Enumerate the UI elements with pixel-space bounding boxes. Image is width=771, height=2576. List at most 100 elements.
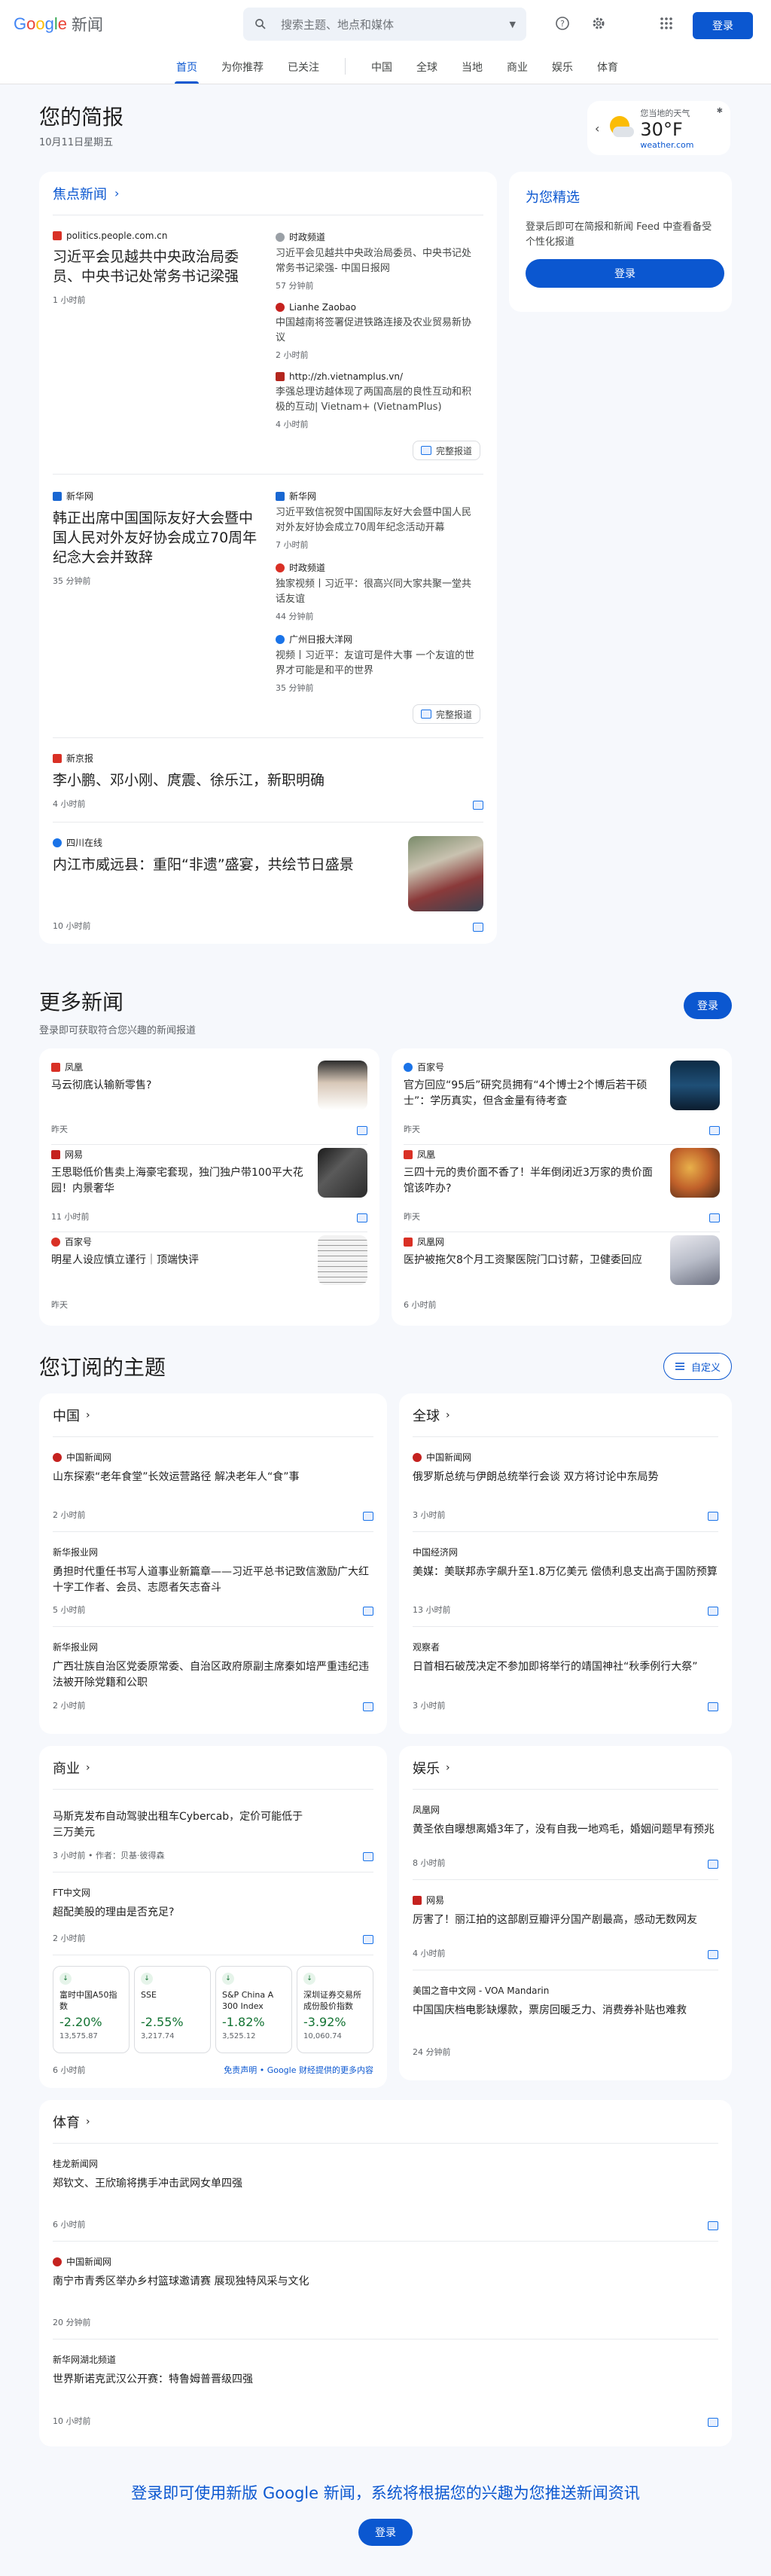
full-coverage-icon[interactable]: [708, 2221, 718, 2230]
top-stories-link[interactable]: 焦点新闻 ›: [53, 172, 483, 215]
tab-for-you[interactable]: 为你推荐: [209, 60, 276, 84]
story-title[interactable]: 马斯克发布自动驾驶出租车Cybercab，定价可能低于三万美元: [53, 1809, 309, 1841]
chevron-left-icon[interactable]: ‹: [595, 121, 599, 136]
full-coverage-icon[interactable]: [357, 1213, 367, 1222]
story-thumbnail[interactable]: [318, 1061, 367, 1110]
settings-gear-icon[interactable]: [590, 15, 607, 32]
list-item[interactable]: 新华报业网 广西壮族自治区党委原常委、自治区政府原副主席秦如培严重违纪违法被开除…: [53, 1627, 373, 1722]
tab-home[interactable]: 首页: [164, 60, 209, 84]
full-coverage-button[interactable]: 完整报道: [412, 441, 480, 460]
weather-settings-icon[interactable]: ✱: [717, 107, 723, 115]
footer-login-button[interactable]: 登录: [358, 2519, 413, 2546]
story-title[interactable]: 习近平会见越共中央政治局委员、中央书记处常务书记梁强- 中国日报网: [276, 246, 480, 276]
story-title[interactable]: 世界斯诺克武汉公开赛：特鲁姆普晋级四强: [53, 2372, 718, 2388]
list-item[interactable]: 百家号 官方回应“95后”研究员拥有“4个博士2个博后若干硕士”：学历真实，但含…: [404, 1058, 720, 1145]
full-coverage-icon[interactable]: [363, 1512, 373, 1521]
story-title[interactable]: 日首相石破茂决定不参加即将举行的靖国神社“秋季例行大祭”: [413, 1659, 718, 1675]
list-item[interactable]: 中国经济网 美媒：美联邦赤字飙升至1.8万亿美元 偿债利息支出高于国防预算 13…: [413, 1532, 718, 1627]
story-title[interactable]: 医护被拖欠8个月工资聚医院门口讨薪，卫健委回应: [404, 1253, 661, 1268]
story-title[interactable]: 山东探索“老年食堂”长效运营路径 解决老年人“食”事: [53, 1470, 373, 1485]
story-title[interactable]: 李强总理访越体现了两国高层的良性互动和积极的互动| Vietnam+ (Viet…: [276, 385, 480, 415]
topic-link-world[interactable]: 全球 ›: [413, 1393, 718, 1437]
search-input[interactable]: 搜索主题、地点和媒体 ▼: [243, 8, 526, 41]
story-title[interactable]: 三四十元的贵价面不香了！半年倒闭近3万家的贵价面馆该咋办?: [404, 1165, 661, 1197]
story-title[interactable]: 视频丨习近平：友谊可是件大事 一个友谊的世界才可能是和平的世界: [276, 649, 480, 679]
story-title[interactable]: 明星人设应慎立谨行｜顶端快评: [51, 1253, 309, 1268]
story-title[interactable]: 官方回应“95后”研究员拥有“4个博士2个博后若干硕士”：学历真实，但含金量有待…: [404, 1078, 661, 1109]
search-dropdown-icon[interactable]: ▼: [510, 20, 516, 29]
story-title[interactable]: 超配美股的理由是否充足?: [53, 1905, 373, 1921]
story-title[interactable]: 黄圣依自曝想离婚3年了，没有自我一地鸡毛，婚姻问题早有预兆: [413, 1822, 718, 1838]
full-coverage-icon[interactable]: [363, 1852, 373, 1861]
tab-local[interactable]: 当地: [449, 60, 495, 84]
story-title[interactable]: 独家视频丨习近平：很高兴同大家共聚一堂共话友谊: [276, 577, 480, 607]
full-coverage-icon[interactable]: [363, 1607, 373, 1616]
full-coverage-icon[interactable]: [708, 2418, 718, 2427]
story-title[interactable]: 厉害了！丽江拍的这部剧豆瓣评分国产剧最高，感动无数网友: [413, 1912, 718, 1928]
story-title[interactable]: 郑钦文、王欣瑜将携手冲击武网女单四强: [53, 2176, 718, 2192]
tab-sports[interactable]: 体育: [585, 60, 630, 84]
story-thumbnail[interactable]: [670, 1148, 720, 1198]
single-story[interactable]: 新京报 李小鹏、邓小刚、庹震、徐乐江，新职明确 4 小时前: [53, 738, 483, 823]
full-coverage-icon[interactable]: [709, 1126, 720, 1135]
weather-source-link[interactable]: weather.com: [640, 140, 693, 150]
list-item[interactable]: 网易 王思聪低价售卖上海豪宅套现，独门独户带100平大花园！内景奢华 11 小时…: [51, 1145, 367, 1232]
story-title[interactable]: 美媒：美联邦赤字飙升至1.8万亿美元 偿债利息支出高于国防预算: [413, 1564, 718, 1580]
story-title[interactable]: 广西壮族自治区党委原常委、自治区政府原副主席秦如培严重违纪违法被开除党籍和公职: [53, 1659, 373, 1691]
tab-china[interactable]: 中国: [359, 60, 404, 84]
list-item[interactable]: 中国新闻网 山东探索“老年食堂”长效运营路径 解决老年人“食”事 2 小时前: [53, 1437, 373, 1532]
stock-card[interactable]: ↓ SSE -2.55% 3,217.74: [134, 1966, 211, 2053]
story-title[interactable]: 中国国庆档电影缺爆款，票房回暖乏力、消费券补贴也难救: [413, 2003, 718, 2019]
weather-widget[interactable]: ‹ 您当地的天气 30°F weather.com ✱: [587, 101, 730, 155]
full-coverage-icon[interactable]: [708, 1950, 718, 1959]
full-coverage-icon[interactable]: [357, 1126, 367, 1135]
story-title[interactable]: 俄罗斯总统与伊朗总统举行会谈 双方将讨论中东局势: [413, 1470, 718, 1485]
help-icon[interactable]: ?: [554, 15, 571, 32]
topic-link-entertainment[interactable]: 娱乐 ›: [413, 1746, 718, 1790]
more-news-login-button[interactable]: 登录: [684, 992, 732, 1019]
story-thumbnail[interactable]: [318, 1235, 367, 1285]
picks-login-button[interactable]: 登录: [526, 259, 724, 288]
related-story[interactable]: http://zh.vietnamplus.vn/ 李强总理访越体现了两国高层的…: [276, 371, 480, 430]
story-title[interactable]: 韩正出席中国国际友好大会暨中国人民对外友好协会成立70周年纪念大会并致辞: [53, 508, 258, 567]
list-item[interactable]: 百家号 明星人设应慎立谨行｜顶端快评 昨天: [51, 1232, 367, 1320]
list-item[interactable]: 桂龙新闻网 郑钦文、王欣瑜将携手冲击武网女单四强 6 小时前: [53, 2144, 718, 2242]
customize-button[interactable]: 自定义: [663, 1353, 732, 1380]
google-news-logo[interactable]: Google 新闻: [14, 13, 103, 35]
list-item[interactable]: 中国新闻网 南宁市青秀区举办乡村篮球邀请赛 展现独特风采与文化 20 分钟前: [53, 2242, 718, 2339]
list-item[interactable]: FT中文网 超配美股的理由是否充足? 2 小时前: [53, 1872, 373, 1955]
list-item[interactable]: 美国之音中文网 - VOA Mandarin 中国国庆档电影缺爆款，票房回暖乏力…: [413, 1970, 718, 2068]
story-title[interactable]: 王思聪低价售卖上海豪宅套现，独门独户带100平大花园！内景奢华: [51, 1165, 309, 1197]
tab-following[interactable]: 已关注: [276, 60, 331, 84]
login-button[interactable]: 登录: [693, 12, 753, 39]
list-item[interactable]: 新华网湖北频道 世界斯诺克武汉公开赛：特鲁姆普晋级四强 10 小时前: [53, 2339, 718, 2437]
related-story[interactable]: 广州日报大洋网 视频丨习近平：友谊可是件大事 一个友谊的世界才可能是和平的世界 …: [276, 633, 480, 694]
story-title[interactable]: 李小鹏、邓小刚、庹震、徐乐江，新职明确: [53, 771, 483, 790]
related-story[interactable]: 新华网 习近平致信祝贺中国国际友好大会暨中国人民对外友好协会成立70周年纪念活动…: [276, 490, 480, 551]
story-title[interactable]: 勇担时代重任书写人道事业新篇章——习近平总书记致信激励广大红十字工作者、会员、志…: [53, 1564, 373, 1596]
finance-disclaimer-link[interactable]: 免责声明 • Google 财经提供的更多内容: [224, 2064, 373, 2076]
list-item[interactable]: 凤凰 三四十元的贵价面不香了！半年倒闭近3万家的贵价面馆该咋办? 昨天: [404, 1145, 720, 1232]
tab-world[interactable]: 全球: [404, 60, 449, 84]
story-title[interactable]: 习近平致信祝贺中国国际友好大会暨中国人民对外友好协会成立70周年纪念活动开幕: [276, 505, 480, 536]
full-coverage-icon[interactable]: [363, 1702, 373, 1711]
list-item[interactable]: 中国新闻网 俄罗斯总统与伊朗总统举行会谈 双方将讨论中东局势 3 小时前: [413, 1437, 718, 1532]
full-coverage-icon[interactable]: [473, 923, 483, 932]
story-title[interactable]: 中国越南将签署促进铁路连接及农业贸易新协议: [276, 316, 480, 346]
single-story[interactable]: 四川在线 内江市威远县：重阳“非遗”盛宴，共绘节日盛景 10 小时前: [53, 823, 483, 944]
stock-card[interactable]: ↓ 富时中国A50指数 -2.20% 13,575.87: [53, 1966, 130, 2053]
full-coverage-icon[interactable]: [708, 1607, 718, 1616]
story-title[interactable]: 内江市威远县：重阳“非遗”盛宴，共绘节日盛景: [53, 855, 408, 874]
stock-card[interactable]: ↓ 深圳证券交易所成份股价指数 -3.92% 10,060.74: [297, 1966, 373, 2053]
story-title[interactable]: 南宁市青秀区举办乡村篮球邀请赛 展现独特风采与文化: [53, 2274, 718, 2290]
full-coverage-icon[interactable]: [708, 1860, 718, 1869]
full-coverage-button[interactable]: 完整报道: [412, 704, 480, 724]
full-coverage-icon[interactable]: [709, 1213, 720, 1222]
full-coverage-icon[interactable]: [708, 1512, 718, 1521]
related-story[interactable]: 时政频道 独家视频丨习近平：很高兴同大家共聚一堂共话友谊 44 分钟前: [276, 561, 480, 622]
list-item[interactable]: 凤凰网 医护被拖欠8个月工资聚医院门口讨薪，卫健委回应 6 小时前: [404, 1232, 720, 1320]
related-story[interactable]: 时政频道 习近平会见越共中央政治局委员、中央书记处常务书记梁强- 中国日报网 5…: [276, 230, 480, 291]
story-thumbnail[interactable]: [318, 1148, 367, 1198]
related-story[interactable]: Lianhe Zaobao 中国越南将签署促进铁路连接及农业贸易新协议 2 小时…: [276, 302, 480, 361]
topic-link-business[interactable]: 商业 ›: [53, 1746, 373, 1790]
